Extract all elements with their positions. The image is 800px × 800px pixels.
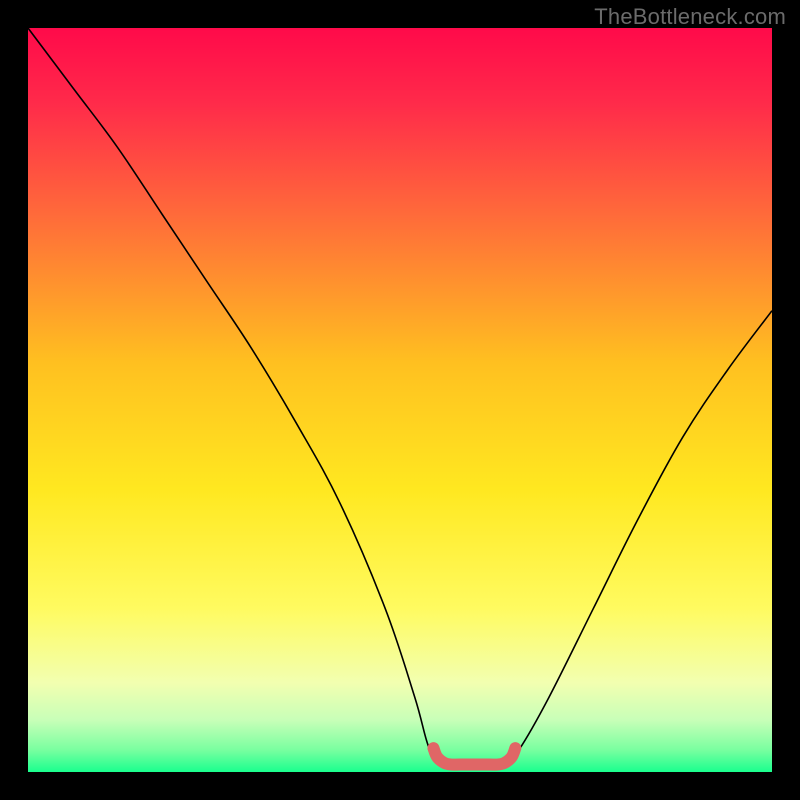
bottleneck-chart: [28, 28, 772, 772]
chart-background: [28, 28, 772, 772]
watermark-text: TheBottleneck.com: [594, 4, 786, 30]
